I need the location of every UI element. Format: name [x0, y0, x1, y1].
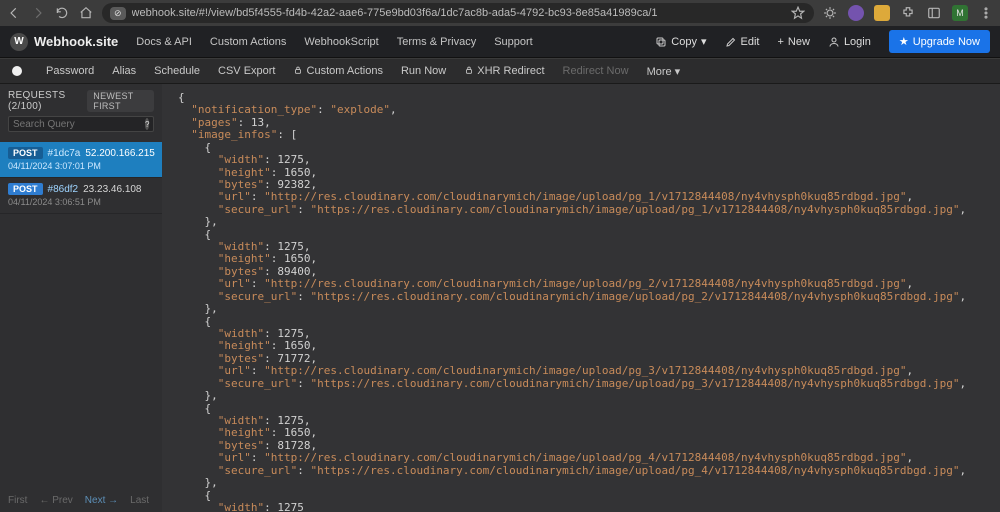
request-hash: #86df2 [48, 184, 79, 195]
logo-icon: W [10, 33, 28, 51]
forward-icon[interactable] [30, 5, 46, 21]
scheme-chip: ⊘ [110, 7, 126, 20]
browser-toolbar: ⊘ webhook.site/#!/view/bd5f4555-fd4b-42a… [0, 0, 1000, 26]
extensions-menu-icon[interactable] [900, 5, 916, 21]
nav-script[interactable]: WebhookScript [304, 36, 378, 48]
method-badge: POST [8, 183, 43, 195]
search-box[interactable]: ? [8, 116, 154, 132]
new-button[interactable]: + New [777, 36, 809, 48]
copy-button[interactable]: Copy ▾ [655, 35, 706, 48]
tool-alias[interactable]: Alias [112, 65, 136, 77]
request-ip: 23.23.46.108 [83, 184, 141, 195]
help-icon[interactable]: ? [145, 118, 149, 130]
extension-icon-1[interactable] [822, 5, 838, 21]
home-icon[interactable] [78, 5, 94, 21]
page-first[interactable]: First [8, 495, 27, 506]
upgrade-button[interactable]: ★ Upgrade Now [889, 30, 990, 53]
page-prev[interactable]: ← Prev [39, 495, 72, 506]
nav-docs[interactable]: Docs & API [136, 36, 192, 48]
login-button[interactable]: Login [828, 36, 871, 48]
edit-button[interactable]: Edit [725, 36, 760, 48]
request-time: 04/11/2024 3:06:51 PM [8, 197, 154, 207]
status-dot [12, 66, 22, 76]
tool-schedule[interactable]: Schedule [154, 65, 200, 77]
tool-run[interactable]: Run Now [401, 65, 446, 77]
extension-icon-2[interactable] [848, 5, 864, 21]
brand-logo[interactable]: W Webhook.site [10, 33, 118, 51]
brand-name: Webhook.site [34, 34, 118, 49]
payload-json[interactable]: { "notification_type": "explode", "pages… [162, 84, 1000, 512]
address-bar[interactable]: ⊘ webhook.site/#!/view/bd5f4555-fd4b-42a… [102, 3, 814, 23]
extension-icon-3[interactable] [874, 5, 890, 21]
request-hash: #1dc7a [48, 148, 81, 159]
requests-sidebar: REQUESTS (2/100) Newest First ? POST #1d… [0, 84, 162, 512]
app-header: W Webhook.site Docs & API Custom Actions… [0, 26, 1000, 58]
tool-custom[interactable]: Custom Actions [293, 65, 382, 77]
tool-redirect: Redirect Now [563, 65, 629, 77]
request-item[interactable]: POST #1dc7a 52.200.166.215 04/11/2024 3:… [0, 142, 162, 178]
bookmark-star-icon[interactable] [790, 5, 806, 21]
nav-actions[interactable]: Custom Actions [210, 36, 286, 48]
side-panel-icon[interactable] [926, 5, 942, 21]
page-last[interactable]: Last [130, 495, 149, 506]
profile-avatar[interactable]: M [952, 5, 968, 21]
kebab-menu-icon[interactable] [978, 5, 994, 21]
method-badge: POST [8, 147, 43, 159]
request-body-panel: { "notification_type": "explode", "pages… [162, 84, 1000, 512]
request-toolbar: Password Alias Schedule CSV Export Custo… [0, 58, 1000, 84]
tool-more[interactable]: More ▾ [647, 65, 681, 78]
request-time: 04/11/2024 3:07:01 PM [8, 161, 154, 171]
nav-terms[interactable]: Terms & Privacy [397, 36, 476, 48]
reload-icon[interactable] [54, 5, 70, 21]
nav-support[interactable]: Support [494, 36, 533, 48]
request-ip: 52.200.166.215 [85, 148, 155, 159]
back-icon[interactable] [6, 5, 22, 21]
sort-chip[interactable]: Newest First [87, 90, 154, 112]
tool-password[interactable]: Password [46, 65, 94, 77]
search-input[interactable] [13, 119, 145, 130]
request-item[interactable]: POST #86df2 23.23.46.108 04/11/2024 3:06… [0, 178, 162, 214]
requests-count: REQUESTS (2/100) [8, 90, 81, 112]
tool-csv[interactable]: CSV Export [218, 65, 275, 77]
tool-xhr[interactable]: XHR Redirect [464, 65, 544, 77]
url-text: webhook.site/#!/view/bd5f4555-fd4b-42a2-… [132, 7, 658, 19]
page-next[interactable]: Next → [85, 495, 118, 506]
